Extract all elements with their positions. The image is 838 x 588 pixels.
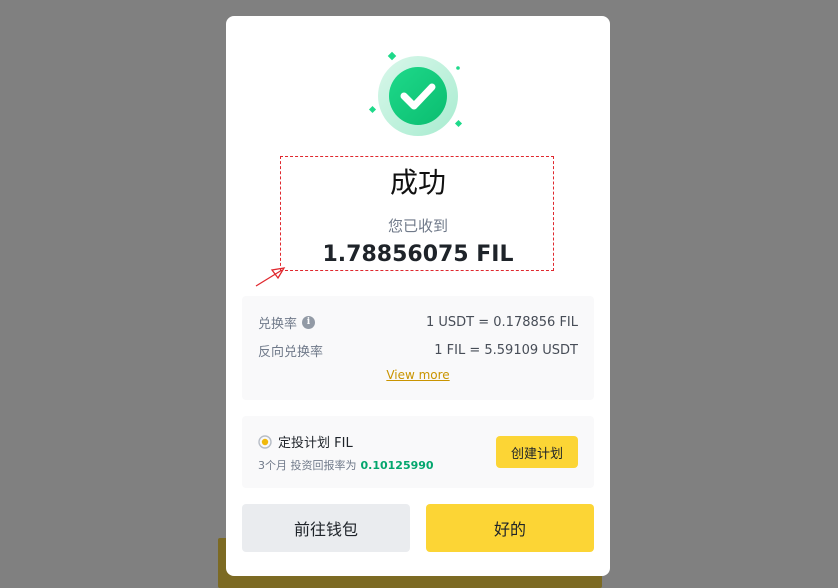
exchange-rate-label: 兑换率 bbox=[258, 316, 298, 332]
plan-subtitle: 3个月 投资回报率为 bbox=[258, 459, 357, 472]
dialog-title: 成功 bbox=[389, 166, 446, 199]
view-more-link[interactable]: View more bbox=[242, 368, 594, 382]
info-icon[interactable]: i bbox=[302, 315, 316, 329]
arrow-icon bbox=[255, 267, 286, 287]
success-dialog: 成功 您已收到 1.78856075 FIL 兑换率 i 1 USDT = 0.… bbox=[226, 16, 610, 576]
ok-button[interactable]: 好的 bbox=[426, 504, 594, 552]
reverse-rate-row: 反向兑换率 1 FIL = 5.59109 USDT bbox=[258, 340, 578, 360]
go-to-wallet-button[interactable]: 前往钱包 bbox=[242, 504, 410, 552]
check-circle-icon bbox=[368, 51, 463, 136]
exchange-rate-value: 1 USDT = 0.178856 FIL bbox=[426, 314, 578, 330]
recurring-plan-icon bbox=[258, 434, 272, 449]
create-plan-button[interactable]: 创建计划 bbox=[496, 436, 578, 468]
plan-title: 定投计划 FIL bbox=[278, 436, 353, 451]
recurring-plan-card: 定投计划 FIL 3个月 投资回报率为 0.10125990 创建计划 bbox=[242, 416, 594, 488]
received-label: 您已收到 bbox=[387, 217, 448, 235]
reverse-rate-value: 1 FIL = 5.59109 USDT bbox=[434, 342, 578, 358]
exchange-rate-row: 兑换率 i 1 USDT = 0.178856 FIL bbox=[258, 312, 578, 332]
received-amount: 1.78856075 FIL bbox=[322, 242, 514, 267]
plan-return-rate: 0.10125990 bbox=[360, 459, 434, 472]
rates-card: 兑换率 i 1 USDT = 0.178856 FIL 反向兑换率 1 FIL … bbox=[242, 296, 594, 400]
reverse-rate-label: 反向兑换率 bbox=[258, 344, 324, 360]
